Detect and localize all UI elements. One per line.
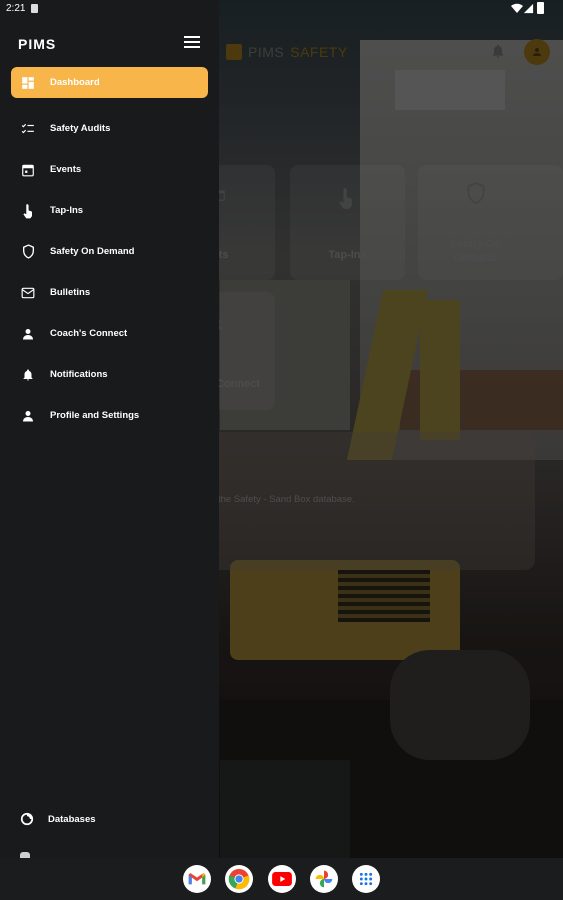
dashboard-icon — [20, 75, 36, 91]
app-dock — [0, 858, 563, 900]
nav-item-safety-on-demand[interactable]: Safety On Demand — [11, 231, 208, 272]
nav-item-label: Coach's Connect — [50, 328, 128, 339]
nav-item-databases[interactable]: Databases — [20, 812, 96, 826]
calendar-icon — [20, 162, 36, 178]
navigation-drawer: PIMS Dashboard Safety Audits Events Tap-… — [0, 0, 219, 858]
mail-icon — [20, 285, 36, 301]
checklist-icon — [20, 121, 36, 137]
nav-item-safety-audits[interactable]: Safety Audits — [11, 108, 208, 149]
nav-item-dashboard[interactable]: Dashboard — [11, 67, 208, 98]
nav-item-label: Safety Audits — [50, 123, 111, 134]
status-time: 2:21 — [6, 3, 26, 14]
signal-icon — [523, 3, 534, 14]
nav-item-label: Bulletins — [50, 287, 91, 298]
tap-icon — [20, 203, 36, 219]
drawer-brand: PIMS — [18, 36, 57, 52]
gmail-icon[interactable] — [183, 865, 211, 893]
wifi-icon — [511, 3, 523, 13]
nav-item-tap-ins[interactable]: Tap-Ins — [11, 190, 208, 231]
photos-icon[interactable] — [310, 865, 338, 893]
nav-item-coachs-connect[interactable]: Coach's Connect — [11, 313, 208, 354]
shield-icon — [20, 244, 36, 260]
drawer-nav: Dashboard Safety Audits Events Tap-Ins S… — [11, 67, 208, 436]
nav-item-label: Events — [50, 164, 82, 175]
nav-item-events[interactable]: Events — [11, 149, 208, 190]
nav-item-label: Notifications — [50, 369, 108, 380]
sd-card-icon — [31, 4, 38, 13]
nav-item-bulletins[interactable]: Bulletins — [11, 272, 208, 313]
bell-icon — [20, 367, 36, 383]
nav-item-profile-settings[interactable]: Profile and Settings — [11, 395, 208, 436]
nav-item-notifications[interactable]: Notifications — [11, 354, 208, 395]
chrome-icon[interactable] — [225, 865, 253, 893]
nav-item-label: Databases — [48, 813, 96, 825]
youtube-icon[interactable] — [268, 865, 296, 893]
status-bar: 2:21 — [0, 0, 563, 18]
nav-item-label: Dashboard — [50, 77, 100, 88]
nav-item-label: Safety On Demand — [50, 246, 135, 257]
battery-icon — [537, 2, 544, 14]
nav-item-label: Tap-Ins — [50, 205, 84, 216]
hamburger-menu-icon[interactable] — [184, 36, 200, 50]
app-drawer-icon[interactable] — [352, 865, 380, 893]
person-icon — [20, 408, 36, 424]
database-icon — [20, 812, 34, 826]
nav-item-label: Profile and Settings — [50, 410, 140, 421]
person-icon — [20, 326, 36, 342]
